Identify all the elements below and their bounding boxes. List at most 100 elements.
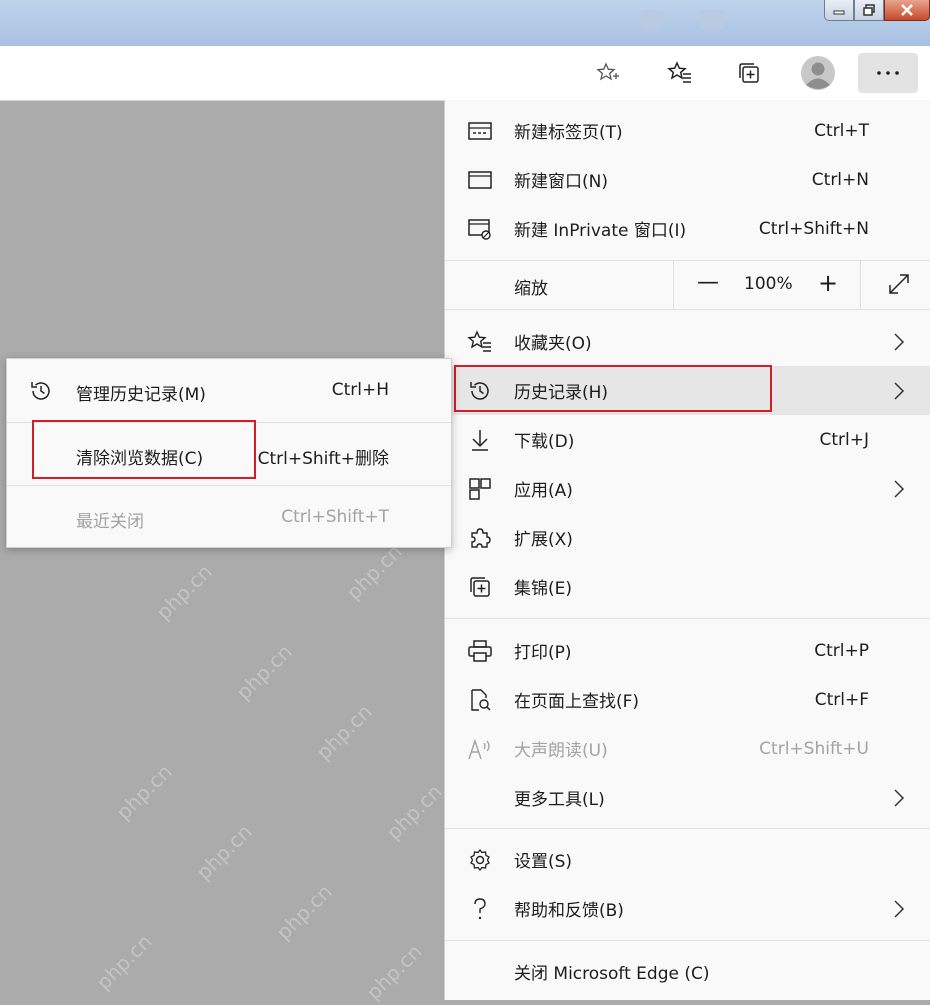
submenu-shortcut: Ctrl+H	[331, 380, 389, 400]
menu-divider	[445, 940, 930, 941]
menu-shortcut: Ctrl+P	[814, 640, 869, 661]
menu-item-help[interactable]: 帮助和反馈(B)	[445, 884, 930, 933]
favorites-icon	[467, 329, 493, 355]
add-favorite-button[interactable]	[588, 53, 628, 93]
more-button[interactable]	[858, 53, 918, 93]
history-icon	[29, 379, 53, 408]
watermark: php.cn	[111, 759, 177, 825]
watermark: php.cn	[311, 699, 377, 765]
zoom-in-button[interactable]: +	[814, 269, 842, 297]
favorites-icon	[667, 61, 691, 83]
menu-shortcut: Ctrl+Shift+U	[759, 738, 869, 759]
submenu-shortcut: Ctrl+Shift+T	[281, 507, 389, 527]
menu-item-favorites[interactable]: 收藏夹(O)	[445, 317, 930, 366]
collections-icon	[467, 574, 493, 600]
menu-label: 新建 InPrivate 窗口(I)	[514, 221, 687, 241]
history-icon	[467, 378, 493, 404]
window-controls	[824, 0, 930, 22]
submenu-label: 最近关闭	[76, 512, 144, 532]
maximize-button[interactable]	[854, 0, 884, 21]
menu-item-history[interactable]: 历史记录(H)	[445, 366, 930, 415]
menu-item-more-tools[interactable]: 更多工具(L)	[445, 773, 930, 822]
menu-label: 历史记录(H)	[514, 383, 609, 403]
menu-item-find[interactable]: 在页面上查找(F) Ctrl+F	[445, 675, 930, 724]
close-button[interactable]	[884, 0, 930, 21]
menu-shortcut: Ctrl+Shift+N	[758, 218, 869, 239]
fullscreen-button[interactable]	[887, 272, 911, 301]
avatar-icon	[801, 56, 835, 90]
printer-icon	[467, 638, 493, 664]
menu-label: 集锦(E)	[514, 579, 573, 599]
menu-item-apps[interactable]: 应用(A)	[445, 464, 930, 513]
settings-menu: 新建标签页(T) Ctrl+T 新建窗口(N) Ctrl+N 新建 InPriv…	[444, 100, 930, 1000]
menu-item-print[interactable]: 打印(P) Ctrl+P	[445, 626, 930, 675]
watermark: php.cn	[231, 639, 297, 705]
menu-label: 大声朗读(U)	[514, 741, 608, 761]
menu-label: 关闭 Microsoft Edge (C)	[514, 964, 710, 984]
zoom-level: 100%	[744, 274, 793, 294]
menu-divider	[445, 618, 930, 619]
zoom-row: 缩放 — 100% +	[445, 260, 930, 309]
submenu-label: 清除浏览数据(C)	[76, 449, 204, 469]
submenu-item-manage-history[interactable]: 管理历史记录(M) Ctrl+H	[7, 359, 451, 421]
menu-label: 帮助和反馈(B)	[514, 901, 624, 921]
menu-label: 更多工具(L)	[514, 790, 605, 810]
menu-label: 在页面上查找(F)	[514, 692, 640, 712]
zoom-controls: — 100% +	[673, 260, 861, 309]
menu-item-new-inprivate[interactable]: 新建 InPrivate 窗口(I) Ctrl+Shift+N	[445, 204, 930, 253]
browser-toolbar	[0, 46, 930, 101]
submenu-item-recently-closed: 最近关闭 Ctrl+Shift+T	[7, 486, 451, 548]
inprivate-icon	[467, 216, 493, 242]
zoom-out-button[interactable]: —	[694, 270, 722, 295]
new-tab-icon	[467, 118, 493, 144]
chevron-right-icon	[893, 899, 905, 924]
watermark: php.cn	[191, 819, 257, 885]
watermark: php.cn	[151, 559, 217, 625]
close-icon	[901, 4, 913, 16]
more-icon	[877, 71, 899, 75]
ghost-icon	[700, 10, 724, 30]
download-icon	[467, 427, 493, 453]
find-icon	[467, 687, 493, 713]
minimize-icon	[833, 10, 845, 15]
menu-label: 下载(D)	[514, 432, 575, 452]
profile-button[interactable]	[798, 53, 838, 93]
collections-button[interactable]	[729, 53, 769, 93]
fullscreen-icon	[889, 274, 909, 294]
star-add-icon	[596, 62, 619, 81]
chevron-right-icon	[893, 381, 905, 406]
menu-item-downloads[interactable]: 下载(D) Ctrl+J	[445, 415, 930, 464]
menu-item-settings[interactable]: 设置(S)	[445, 835, 930, 884]
gear-icon	[467, 847, 493, 873]
submenu-label: 管理历史记录(M)	[76, 385, 206, 405]
menu-item-close-edge[interactable]: 关闭 Microsoft Edge (C)	[445, 947, 930, 996]
window-icon	[467, 167, 493, 193]
chevron-right-icon	[893, 788, 905, 813]
apps-icon	[467, 476, 493, 502]
minimize-button[interactable]	[824, 0, 854, 21]
submenu-item-clear-data[interactable]: 清除浏览数据(C) Ctrl+Shift+删除	[7, 423, 451, 485]
watermark: php.cn	[91, 929, 157, 995]
menu-label: 应用(A)	[514, 481, 573, 501]
menu-item-new-tab[interactable]: 新建标签页(T) Ctrl+T	[445, 106, 930, 155]
menu-label: 打印(P)	[514, 643, 572, 663]
menu-label: 扩展(X)	[514, 530, 573, 550]
puzzle-icon	[467, 525, 493, 551]
submenu-shortcut: Ctrl+Shift+删除	[257, 449, 389, 469]
chevron-right-icon	[893, 332, 905, 357]
menu-item-extensions[interactable]: 扩展(X)	[445, 513, 930, 562]
collections-icon	[739, 63, 759, 83]
restore-icon	[863, 4, 875, 16]
menu-label: 新建标签页(T)	[514, 123, 623, 143]
menu-item-new-window[interactable]: 新建窗口(N) Ctrl+N	[445, 155, 930, 204]
menu-shortcut: Ctrl+J	[819, 429, 869, 450]
menu-shortcut: Ctrl+F	[814, 689, 869, 710]
menu-item-collections[interactable]: 集锦(E)	[445, 562, 930, 611]
menu-divider	[445, 828, 930, 829]
favorites-button[interactable]	[660, 53, 700, 93]
watermark: php.cn	[381, 779, 447, 845]
menu-item-read-aloud: 大声朗读(U) Ctrl+Shift+U	[445, 724, 930, 773]
read-aloud-icon	[467, 736, 493, 762]
watermark: php.cn	[361, 939, 427, 1005]
ghost-icon	[640, 10, 664, 30]
